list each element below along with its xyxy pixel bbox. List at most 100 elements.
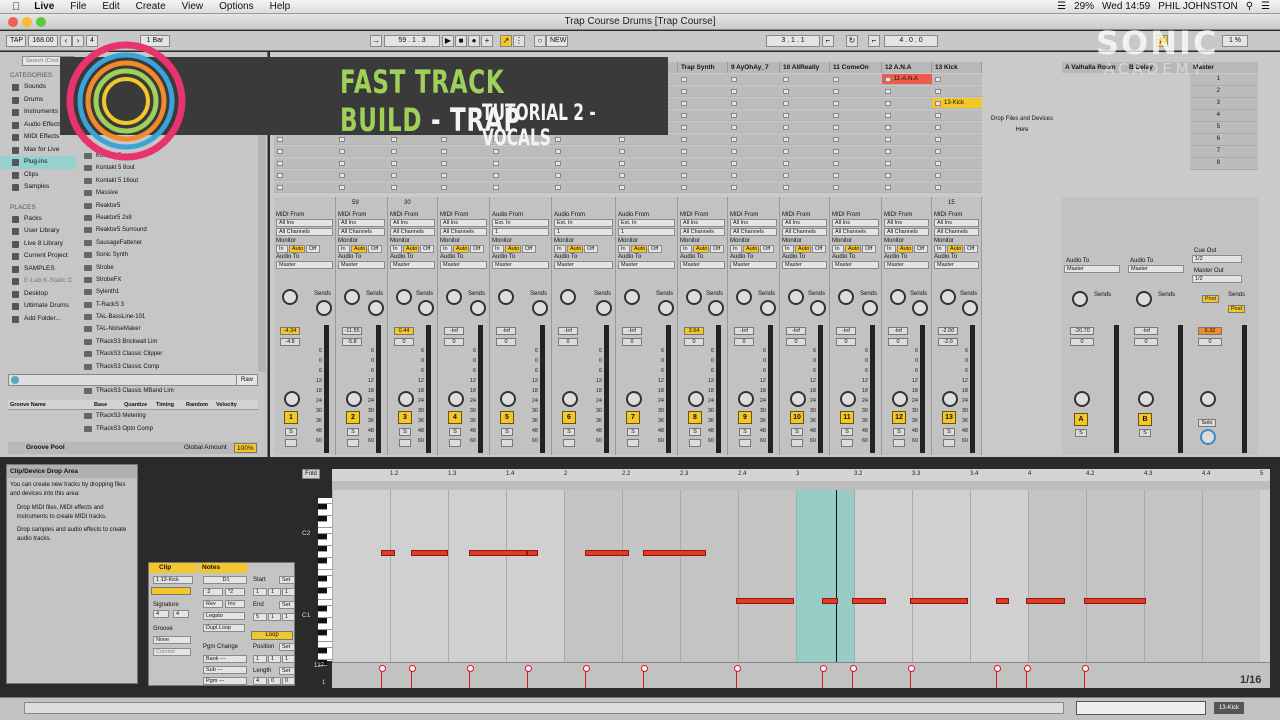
output-select[interactable]: Master [730, 261, 777, 269]
clip-slot[interactable] [728, 170, 780, 181]
midi-note[interactable] [909, 598, 968, 604]
volume-field[interactable]: -11.55 [342, 327, 362, 335]
clip-slot[interactable] [932, 74, 982, 85]
overview-strip[interactable] [1076, 701, 1206, 715]
clip-slot[interactable]: 11-A.N.A [882, 74, 932, 85]
record-button[interactable]: ● [468, 35, 480, 47]
clip-slot[interactable] [678, 182, 728, 193]
volume-field[interactable]: 3.64 [684, 327, 704, 335]
arm-button[interactable] [893, 439, 905, 447]
position-sixteenth[interactable]: 1 [282, 655, 295, 663]
preview-icon[interactable] [11, 376, 19, 384]
send-a-knob[interactable] [890, 289, 906, 305]
monitor-in-button[interactable]: In [934, 245, 946, 253]
place-packs[interactable]: Packs [0, 213, 76, 226]
arm-button[interactable] [285, 439, 297, 447]
channel-select[interactable]: 1 [554, 228, 613, 236]
sub-bank-select[interactable]: Sub --- [203, 666, 247, 674]
channel-select[interactable]: 1 [492, 228, 549, 236]
place-user-library[interactable]: User Library [0, 225, 76, 238]
clip-slot[interactable] [678, 146, 728, 157]
midi-note[interactable] [1025, 598, 1066, 604]
output-select[interactable]: Master [680, 261, 725, 269]
menu-create[interactable]: Create [128, 1, 174, 12]
velocity-marker[interactable] [582, 665, 590, 688]
drop-files-area[interactable]: Drop Files and Devices Here [984, 114, 1060, 138]
solo-button[interactable]: S [627, 428, 639, 436]
clip-slot[interactable] [552, 182, 616, 193]
pan-knob[interactable] [840, 391, 856, 407]
reverse-button[interactable]: Rev [203, 600, 223, 608]
clip-slot[interactable] [728, 182, 780, 193]
menu-view[interactable]: View [174, 1, 212, 12]
menu-file[interactable]: File [62, 1, 94, 12]
send-a-knob[interactable] [498, 289, 514, 305]
track-activator[interactable]: 8 [688, 411, 702, 424]
monitor-in-button[interactable]: In [492, 245, 504, 253]
notes-transpose[interactable]: D1 [203, 576, 247, 584]
output-select[interactable]: Master [782, 261, 827, 269]
clip-slot[interactable] [728, 146, 780, 157]
clip-slot[interactable] [728, 74, 780, 85]
plugin-item[interactable]: SausageFattener [78, 237, 258, 249]
channel-select[interactable]: All Channels [440, 228, 487, 236]
plugin-item[interactable]: Kontakt 5 8out [78, 162, 258, 174]
send-b-knob[interactable] [418, 300, 434, 316]
clip-slot[interactable] [780, 182, 830, 193]
send-a-knob[interactable] [396, 289, 412, 305]
return-a-pan-knob[interactable] [1074, 391, 1090, 407]
solo-button[interactable]: S [893, 428, 905, 436]
plugin-item[interactable]: TRackS3 Classic MBand Lim [78, 385, 258, 397]
menu-app[interactable]: Live [26, 1, 62, 12]
pan-knob[interactable] [738, 391, 754, 407]
master-post-button-1[interactable]: Post [1202, 295, 1220, 303]
clip-slot[interactable] [882, 158, 932, 169]
start-beat[interactable]: 1 [268, 588, 281, 596]
solo-button[interactable]: S [791, 428, 803, 436]
groove-col-quantize[interactable]: Quantize [124, 400, 156, 409]
scene-launch[interactable]: 4 [1190, 110, 1258, 122]
clip-slot[interactable] [336, 170, 388, 181]
monitor-in-button[interactable]: In [390, 245, 402, 253]
selection-region[interactable] [796, 490, 854, 662]
monitor-auto-button[interactable]: Auto [453, 245, 469, 253]
output-select[interactable]: Master [934, 261, 979, 269]
monitor-off-button[interactable]: Off [368, 245, 382, 253]
output-select[interactable]: Master [390, 261, 435, 269]
clip-slot[interactable] [490, 170, 552, 181]
plugin-item[interactable]: TRackS3 Classic Comp [78, 361, 258, 373]
input-select[interactable]: All Ins [730, 219, 777, 227]
monitor-off-button[interactable]: Off [914, 245, 928, 253]
volume-field-2[interactable]: -4.8 [280, 338, 300, 346]
velocity-marker[interactable] [466, 665, 474, 688]
clip-slot[interactable] [274, 146, 336, 157]
clip-name-field[interactable]: 1 13-Kick [153, 576, 193, 584]
tempo-field[interactable]: 168.00 [28, 35, 58, 47]
halve-button[interactable]: :2 [203, 588, 223, 596]
channel-select[interactable]: All Channels [782, 228, 827, 236]
scene-launch[interactable]: 6 [1190, 134, 1258, 146]
clip-slot[interactable] [830, 86, 882, 97]
monitor-in-button[interactable]: In [554, 245, 566, 253]
follow-button[interactable]: → [370, 35, 382, 47]
end-set-button[interactable]: Set [279, 601, 295, 609]
clip-slot[interactable] [830, 122, 882, 133]
track-header-8[interactable]: Trap Synth [678, 62, 728, 73]
channel-select[interactable]: All Channels [934, 228, 979, 236]
pan-knob[interactable] [892, 391, 908, 407]
clip-slot[interactable] [438, 158, 490, 169]
master-volume[interactable]: 6.32 [1198, 327, 1222, 335]
clip-slot[interactable] [932, 146, 982, 157]
volume-field[interactable]: 0.44 [394, 327, 414, 335]
pan-knob[interactable] [346, 391, 362, 407]
add-folder-link[interactable]: Add Folder... [0, 313, 76, 326]
clip-header[interactable]: Clip [149, 563, 197, 573]
midi-note-editor[interactable] [332, 490, 1270, 662]
track-header-9[interactable]: 9 AyOhAy_7 [728, 62, 780, 73]
monitor-off-button[interactable]: Off [584, 245, 598, 253]
minimize-window-icon[interactable] [22, 17, 32, 27]
loop-toggle[interactable]: Loop [251, 631, 293, 640]
clip-slot[interactable] [830, 146, 882, 157]
clip-slot[interactable] [678, 170, 728, 181]
input-select[interactable]: All Ins [338, 219, 385, 227]
